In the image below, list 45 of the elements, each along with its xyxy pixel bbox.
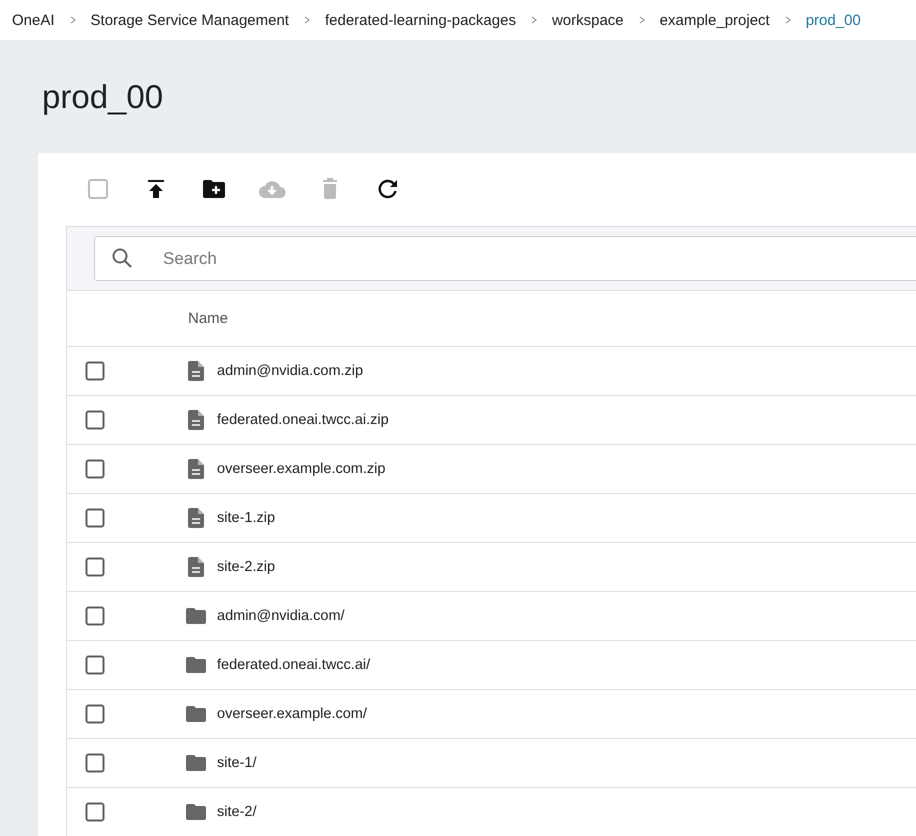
file-icon xyxy=(186,361,206,381)
breadcrumb-link[interactable]: federated-learning-packages xyxy=(324,12,516,28)
folder-icon xyxy=(186,755,206,771)
breadcrumb-link[interactable]: example_project xyxy=(660,12,770,28)
row-checkbox[interactable] xyxy=(85,508,105,528)
file-name[interactable]: admin@nvidia.com.zip xyxy=(217,363,364,379)
breadcrumb-link[interactable]: workspace xyxy=(552,12,624,28)
file-name[interactable]: admin@nvidia.com/ xyxy=(217,608,345,624)
chevron-icon xyxy=(68,16,77,24)
chevron-icon xyxy=(638,16,646,24)
column-header[interactable]: Name xyxy=(188,310,228,327)
breadcrumb-link[interactable]: prod_00 xyxy=(806,12,861,28)
file-name[interactable]: federated.oneai.twcc.ai/ xyxy=(217,657,370,673)
file-icon xyxy=(186,508,206,528)
chevron-icon xyxy=(302,16,311,24)
page-title: prod_00 xyxy=(42,78,164,116)
file-name[interactable]: overseer.example.com/ xyxy=(217,706,367,722)
folder-icon xyxy=(186,804,206,820)
row-checkbox[interactable] xyxy=(85,606,105,626)
row-checkbox[interactable] xyxy=(85,557,105,577)
search-field[interactable]: Search xyxy=(94,236,916,281)
row-checkbox[interactable] xyxy=(85,802,105,822)
row-checkbox[interactable] xyxy=(85,655,105,675)
row-checkbox[interactable] xyxy=(85,410,105,430)
file-name[interactable]: overseer.example.com.zip xyxy=(217,461,386,477)
file-name[interactable]: site-1/ xyxy=(217,755,256,771)
file-icon xyxy=(186,459,206,479)
folder-icon xyxy=(186,657,206,673)
search-icon xyxy=(111,247,133,269)
breadcrumb-link[interactable]: Storage Service Management xyxy=(90,12,289,28)
row-checkbox[interactable] xyxy=(85,361,105,381)
chevron-icon xyxy=(784,16,792,24)
folder-icon xyxy=(186,608,206,624)
breadcrumb-link[interactable]: OneAI xyxy=(12,12,55,28)
row-checkbox[interactable] xyxy=(85,459,105,479)
file-icon xyxy=(186,557,206,577)
folder-icon xyxy=(186,706,206,722)
file-name[interactable]: site-1.zip xyxy=(217,510,276,526)
chevron-icon xyxy=(530,16,538,24)
row-checkbox[interactable] xyxy=(85,753,105,773)
file-icon xyxy=(186,410,206,430)
file-name[interactable]: federated.oneai.twcc.ai.zip xyxy=(217,412,389,428)
file-name[interactable]: site-2.zip xyxy=(217,559,276,575)
file-name[interactable]: site-2/ xyxy=(217,804,256,820)
row-checkbox[interactable] xyxy=(85,704,105,724)
